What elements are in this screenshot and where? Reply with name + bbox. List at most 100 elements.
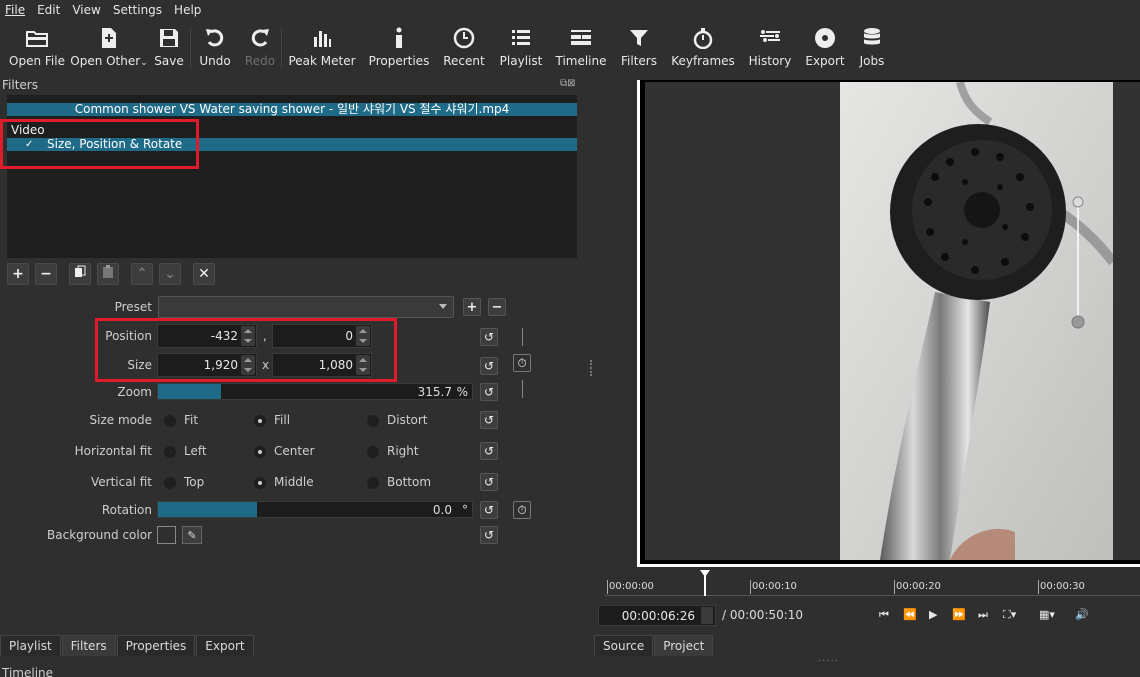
reset-rotation-button[interactable]: ↺ [480, 501, 498, 519]
fast-forward-icon[interactable]: ⏩ [952, 608, 966, 621]
rewind-icon[interactable]: ⏪ [903, 608, 917, 621]
menu-bar: File Edit View Settings Help [0, 0, 1140, 20]
radio-dot [254, 477, 266, 489]
save-preset-button[interactable]: + [463, 298, 481, 316]
background-color-swatch[interactable] [157, 526, 176, 544]
paste-filter-button[interactable] [97, 263, 119, 285]
skip-to-start-icon[interactable]: ⏮ [879, 608, 889, 622]
play-icon[interactable]: ▶ [929, 608, 937, 621]
database-icon [858, 26, 886, 50]
keyframe-stopwatch-button[interactable]: ⏱ [513, 354, 531, 372]
reset-size-mode-button[interactable]: ↺ [480, 411, 498, 429]
reset-icon: ↺ [483, 528, 495, 542]
volume-icon[interactable]: 🔊 [1075, 608, 1089, 621]
remove-filter-button[interactable]: − [35, 263, 57, 285]
stopwatch-icon: ⏱ [517, 502, 527, 517]
playhead-icon[interactable] [700, 570, 710, 596]
playlist-button[interactable]: Playlist [492, 20, 550, 76]
reset-icon: ↺ [483, 359, 495, 373]
preview-border [637, 564, 1140, 567]
timeline-ruler[interactable]: 00:00:00 00:00:10 00:00:20 00:00:30 [605, 570, 1140, 596]
radio-dot [164, 415, 176, 427]
tab-playlist[interactable]: Playlist [0, 635, 61, 656]
spin-arrows-icon[interactable] [701, 607, 713, 624]
history-button[interactable]: History [740, 20, 800, 76]
recent-button[interactable]: Recent [436, 20, 492, 76]
resize-grip[interactable]: ····· [818, 656, 839, 667]
plus-icon: + [466, 299, 478, 315]
reset-icon: ↺ [483, 385, 495, 399]
size-mode-label: Size mode [89, 413, 152, 427]
copy-filter-button[interactable] [69, 263, 91, 285]
preview-canvas [645, 82, 1140, 560]
disc-icon [811, 26, 839, 50]
shower-head-image [840, 82, 1113, 560]
timeline-icon [567, 26, 595, 50]
skip-to-end-icon[interactable]: ⏭ [978, 608, 988, 622]
reset-vfit-button[interactable]: ↺ [480, 473, 498, 491]
main-toolbar: Open File Open Other⌄ Save Undo Redo Pea… [0, 20, 1140, 76]
menu-help[interactable]: Help [168, 3, 207, 17]
radio-dot [367, 477, 379, 489]
peak-meter-button[interactable]: Peak Meter [282, 20, 362, 76]
tab-properties[interactable]: Properties [116, 635, 196, 656]
filters-panel-title: Filters [2, 78, 38, 92]
plus-icon: + [12, 266, 24, 282]
redo-button[interactable]: Redo [239, 20, 281, 76]
add-filter-button[interactable]: + [7, 263, 29, 285]
move-down-button[interactable]: ⌄ [159, 263, 181, 285]
funnel-icon [625, 26, 653, 50]
rotation-keyframe-button[interactable]: ⏱ [513, 501, 531, 519]
tab-filters[interactable]: Filters [61, 635, 116, 656]
video-preview[interactable] [637, 80, 1140, 567]
duration-label: / 00:00:50:10 [722, 608, 804, 622]
horizontal-fit-label: Horizontal fit [74, 444, 152, 458]
export-button[interactable]: Export [800, 20, 850, 76]
radio-dot [254, 446, 266, 458]
ruler-tick-label: 00:00:30 [1038, 580, 1085, 594]
menu-edit[interactable]: Edit [31, 3, 66, 17]
save-button[interactable]: Save [148, 20, 190, 76]
reset-icon: ↺ [483, 444, 495, 458]
keyframe-divider [522, 328, 523, 346]
timecode-field[interactable]: 00:00:06:26 [598, 605, 716, 626]
zoom-slider[interactable]: 315.7% [157, 383, 473, 400]
deselect-filter-button[interactable]: ✕ [193, 263, 215, 285]
splitter-handle[interactable] [590, 360, 593, 376]
delete-preset-button[interactable]: − [488, 298, 506, 316]
reset-position-button[interactable]: ↺ [480, 328, 498, 346]
zoom-fit-icon[interactable]: ⛶▾ [1003, 608, 1016, 622]
filters-button[interactable]: Filters [612, 20, 666, 76]
reset-zoom-button[interactable]: ↺ [480, 383, 498, 401]
menu-settings[interactable]: Settings [107, 3, 168, 17]
reset-background-button[interactable]: ↺ [480, 526, 498, 544]
list-icon [507, 26, 535, 50]
reset-size-button[interactable]: ↺ [480, 357, 498, 375]
folder-icon [23, 26, 51, 50]
keyframes-button[interactable]: Keyframes [666, 20, 740, 76]
highlight-box-position-size [95, 318, 397, 382]
reset-icon: ↺ [483, 413, 495, 427]
minus-icon: − [491, 299, 503, 315]
jobs-button[interactable]: Jobs [850, 20, 894, 76]
tab-project[interactable]: Project [654, 635, 714, 656]
rotation-slider[interactable]: 0.0 ° [157, 501, 473, 518]
open-other-button[interactable]: Open Other⌄ [70, 20, 148, 76]
open-file-button[interactable]: Open File [4, 20, 70, 76]
menu-file[interactable]: File [0, 3, 31, 17]
undo-button[interactable]: Undo [191, 20, 239, 76]
menu-view[interactable]: View [66, 3, 106, 17]
reset-hfit-button[interactable]: ↺ [480, 442, 498, 460]
ruler-tick-label: 00:00:00 [607, 580, 654, 594]
timeline-button[interactable]: Timeline [550, 20, 612, 76]
tab-source[interactable]: Source [594, 635, 654, 656]
grid-icon[interactable]: ▦▾ [1039, 608, 1055, 621]
tab-export[interactable]: Export [196, 635, 254, 656]
undo-icon [201, 26, 229, 50]
history-icon [756, 26, 784, 50]
preset-combo[interactable] [158, 296, 454, 318]
eyedropper-button[interactable]: ✎ [182, 526, 202, 544]
move-up-button[interactable]: ⌃ [131, 263, 153, 285]
properties-button[interactable]: Properties [362, 20, 436, 76]
panel-float-close-icons[interactable]: ⧉⊠ [560, 78, 576, 89]
